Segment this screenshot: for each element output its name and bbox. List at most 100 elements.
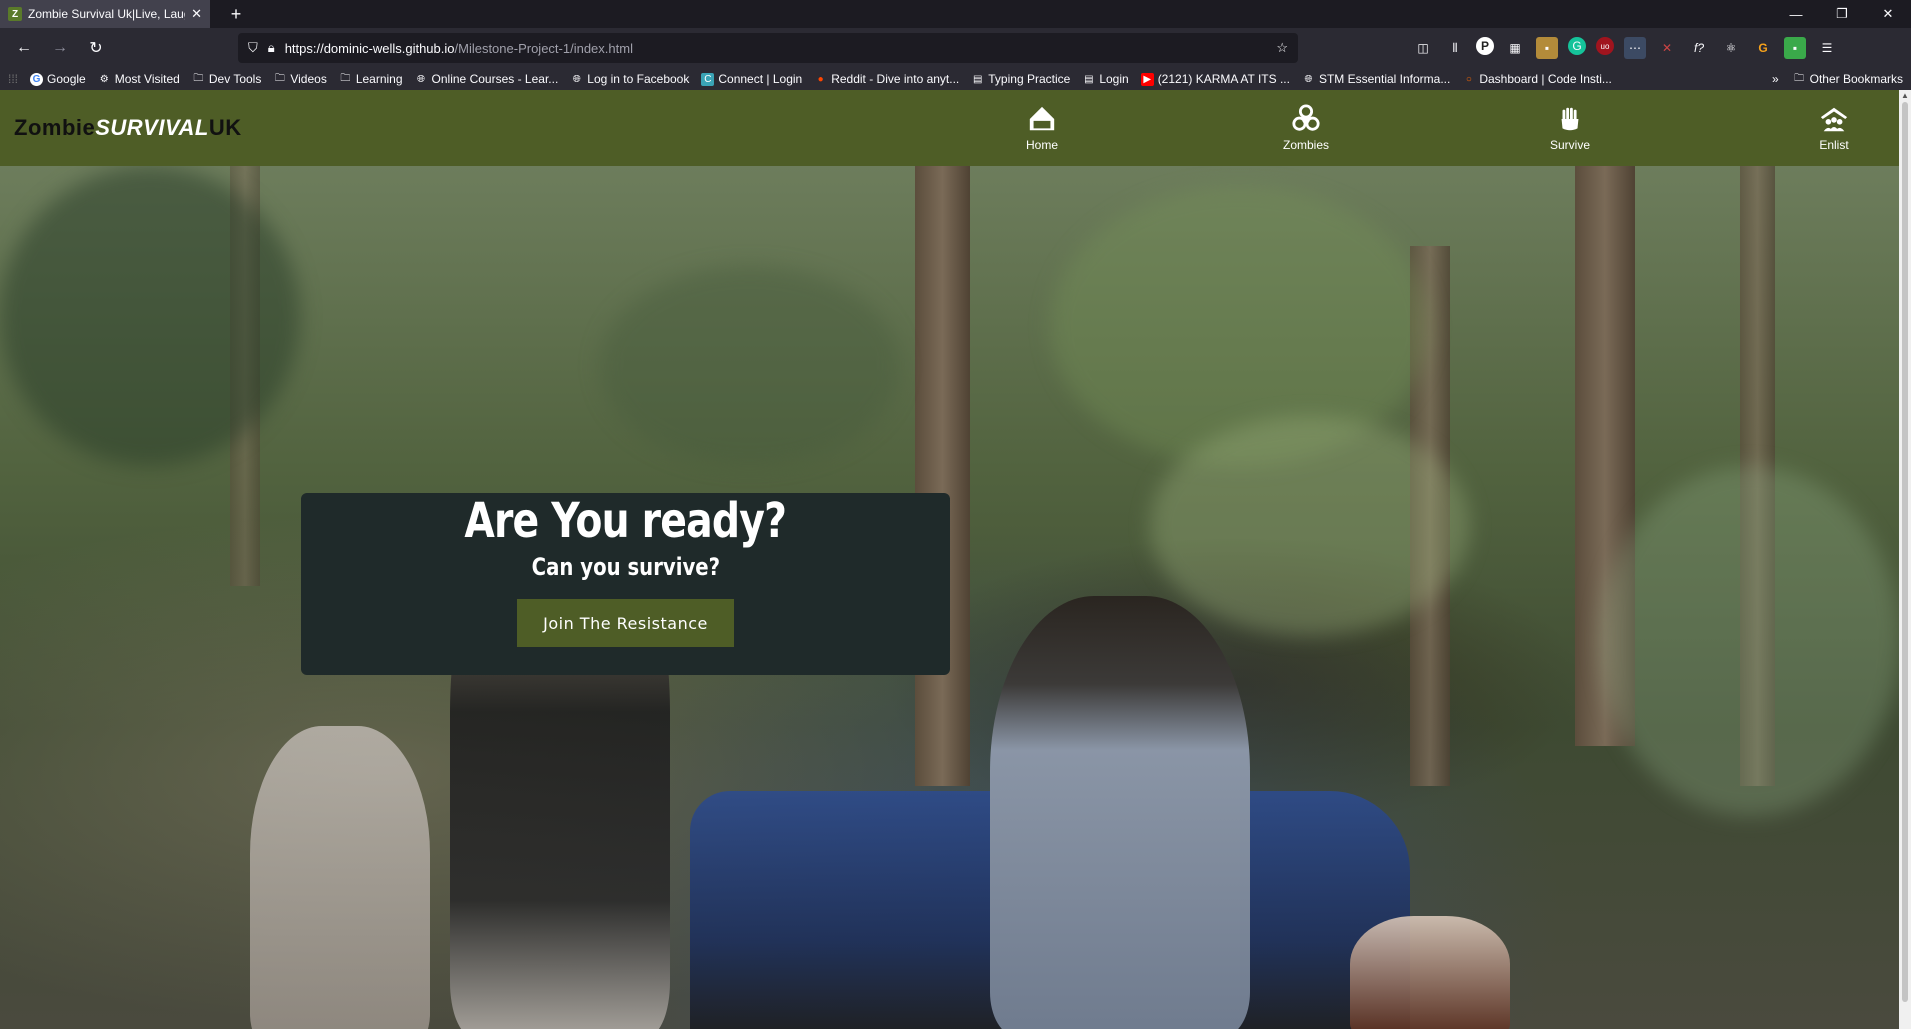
biohazard-icon: [1292, 104, 1320, 131]
gear-icon: ⚙: [99, 73, 109, 85]
dots-extension-icon[interactable]: ⋯: [1624, 37, 1646, 59]
hero-subtitle: Can you survive?: [531, 553, 720, 581]
zombie-figure: [250, 726, 430, 1029]
page-icon: ▤: [973, 73, 983, 85]
bookmark-label: Dev Tools: [208, 72, 262, 86]
site-nav: Home Zombies Survive Enlist: [910, 90, 1911, 166]
site-header: ZombieSURVIVALUK Home Zombies Survive En…: [0, 90, 1911, 166]
other-bookmarks[interactable]: 🗀︎ Other Bookmarks: [1793, 72, 1903, 86]
library-icon[interactable]: ⫴: [1444, 37, 1466, 59]
browser-tab[interactable]: Z Zombie Survival Uk|Live, Laugh ✕: [0, 0, 210, 28]
nav-enlist-label: Enlist: [1819, 138, 1849, 152]
bookmark-item[interactable]: 🌐︎ STM Essential Informa...: [1302, 72, 1450, 86]
minimize-icon[interactable]: —: [1773, 0, 1819, 28]
browser-navbar: ← → ↻ ⛉ 🔒︎ https://dominic-wells.github.…: [0, 28, 1911, 68]
url-text[interactable]: https://dominic-wells.github.io/Mileston…: [285, 41, 1267, 56]
bookmarks-bar: ⁞⁞⁞ G Google ⚙ Most Visited 🗀︎ Dev Tools 🗀︎ Vid…: [0, 68, 1911, 90]
menu-icon[interactable]: ☰: [1816, 37, 1838, 59]
shield-icon[interactable]: ⛉: [248, 40, 258, 56]
forward-icon[interactable]: →: [44, 32, 76, 64]
bookmark-item[interactable]: 🌐︎ Online Courses - Lear...: [415, 72, 559, 86]
globe-icon: 🌐︎: [572, 73, 581, 85]
page-scrollbar[interactable]: ▲: [1899, 90, 1911, 1029]
close-tab-icon[interactable]: ✕: [191, 6, 202, 22]
bookmark-item[interactable]: G Google: [30, 72, 86, 86]
bookmark-label: Most Visited: [114, 72, 180, 86]
ublock-icon[interactable]: uo: [1596, 37, 1614, 55]
globe-icon: 🌐︎: [417, 73, 426, 85]
reddit-icon: ●: [817, 73, 824, 85]
tree-trunk: [915, 166, 970, 786]
grammarly-icon[interactable]: G: [1568, 37, 1586, 55]
p-extension-icon[interactable]: P: [1476, 37, 1494, 55]
page-viewport: ZombieSURVIVALUK Home Zombies Survive En…: [0, 90, 1911, 1029]
reload-icon[interactable]: ↻: [80, 32, 112, 64]
bookmark-item[interactable]: ▶ (2121) KARMA AT ITS ...: [1140, 72, 1290, 86]
close-window-icon[interactable]: ✕: [1865, 0, 1911, 28]
lock-icon[interactable]: 🔒︎: [268, 40, 275, 56]
bookmark-label: Login: [1099, 72, 1129, 86]
bookmark-label: STM Essential Informa...: [1318, 72, 1451, 86]
bookmarks-grip-icon: ⁞⁞⁞: [8, 72, 19, 86]
url-bar[interactable]: ⛉ 🔒︎ https://dominic-wells.github.io/Mil…: [238, 33, 1298, 63]
bookmark-label: Videos: [290, 72, 327, 86]
hero-card: Are You ready? Can you survive? Join The…: [301, 493, 950, 675]
circle-icon: ○: [1465, 73, 1472, 85]
tab-title: Zombie Survival Uk|Live, Laugh: [28, 7, 186, 21]
new-tab-button[interactable]: +: [220, 4, 252, 25]
bookmark-item[interactable]: 🗀︎ Dev Tools: [192, 72, 261, 86]
nav-zombies-label: Zombies: [1282, 138, 1329, 152]
react-extension-icon[interactable]: ⚛: [1720, 37, 1742, 59]
foliage: [600, 266, 900, 466]
foliage: [1150, 416, 1470, 636]
tools-extension-icon[interactable]: ✕: [1656, 37, 1678, 59]
scrollbar-thumb[interactable]: [1902, 102, 1908, 1002]
nav-home-label: Home: [1025, 138, 1058, 152]
folder-icon: 🗀︎: [340, 72, 351, 84]
join-resistance-button[interactable]: Join The Resistance: [517, 599, 734, 647]
bookmark-item[interactable]: 🗀︎ Learning: [339, 72, 402, 86]
nav-enlist[interactable]: Enlist: [1702, 90, 1911, 166]
youtube-icon: ▶: [1140, 72, 1154, 86]
bookmark-item[interactable]: ▤ Typing Practice: [971, 72, 1070, 86]
bookmark-item[interactable]: 🗀︎ Videos: [273, 72, 327, 86]
nav-zombies[interactable]: Zombies: [1174, 90, 1438, 166]
pocket-icon[interactable]: ◫: [1412, 37, 1434, 59]
ruler-extension-icon[interactable]: ▦: [1504, 37, 1526, 59]
bookmark-item[interactable]: ▤ Login: [1082, 72, 1129, 86]
bookmark-item[interactable]: C Connect | Login: [701, 72, 802, 86]
formula-extension-icon[interactable]: f?: [1688, 37, 1710, 59]
bookmark-label: Typing Practice: [988, 72, 1071, 86]
green-extension-icon[interactable]: ▪: [1784, 37, 1806, 59]
bookmark-item[interactable]: ○ Dashboard | Code Insti...: [1462, 72, 1612, 86]
bookmark-label: Reddit - Dive into anyt...: [831, 72, 960, 86]
g-extension-icon[interactable]: G: [1752, 37, 1774, 59]
nav-home[interactable]: Home: [910, 90, 1174, 166]
zombie-figure: [990, 596, 1250, 1029]
bookmark-star-icon[interactable]: ☆: [1276, 40, 1288, 56]
hero-title: Are You ready?: [464, 493, 788, 549]
bookmark-item[interactable]: ● Reddit - Dive into anyt...: [814, 72, 960, 86]
google-icon: G: [30, 72, 44, 86]
chevron-more-icon[interactable]: »: [1772, 72, 1779, 86]
zombie-figure: [1350, 916, 1510, 1029]
nav-survive-label: Survive: [1549, 138, 1590, 152]
bookmark-item[interactable]: ⚙ Most Visited: [98, 72, 180, 86]
restore-icon[interactable]: ❐: [1819, 0, 1865, 28]
tab-favicon: Z: [8, 7, 22, 21]
scroll-up-icon[interactable]: ▲: [1899, 90, 1911, 102]
bookmark-label: Online Courses - Lear...: [431, 72, 559, 86]
site-logo[interactable]: ZombieSURVIVALUK: [14, 115, 242, 141]
window-controls: — ❐ ✕: [1773, 0, 1911, 28]
nav-survive[interactable]: Survive: [1438, 90, 1702, 166]
page-icon: ▤: [1084, 73, 1094, 85]
bookmark-label: Log in to Facebook: [587, 72, 690, 86]
home-icon: [1029, 106, 1055, 131]
cat-extension-icon[interactable]: ▪: [1536, 37, 1558, 59]
bookmark-label: Google: [47, 72, 86, 86]
folder-icon: 🗀︎: [274, 72, 285, 84]
bookmark-item[interactable]: 🌐︎ Log in to Facebook: [570, 72, 690, 86]
back-icon[interactable]: ←: [8, 32, 40, 64]
hand-icon: [1561, 107, 1579, 131]
team-icon: [1820, 107, 1848, 132]
